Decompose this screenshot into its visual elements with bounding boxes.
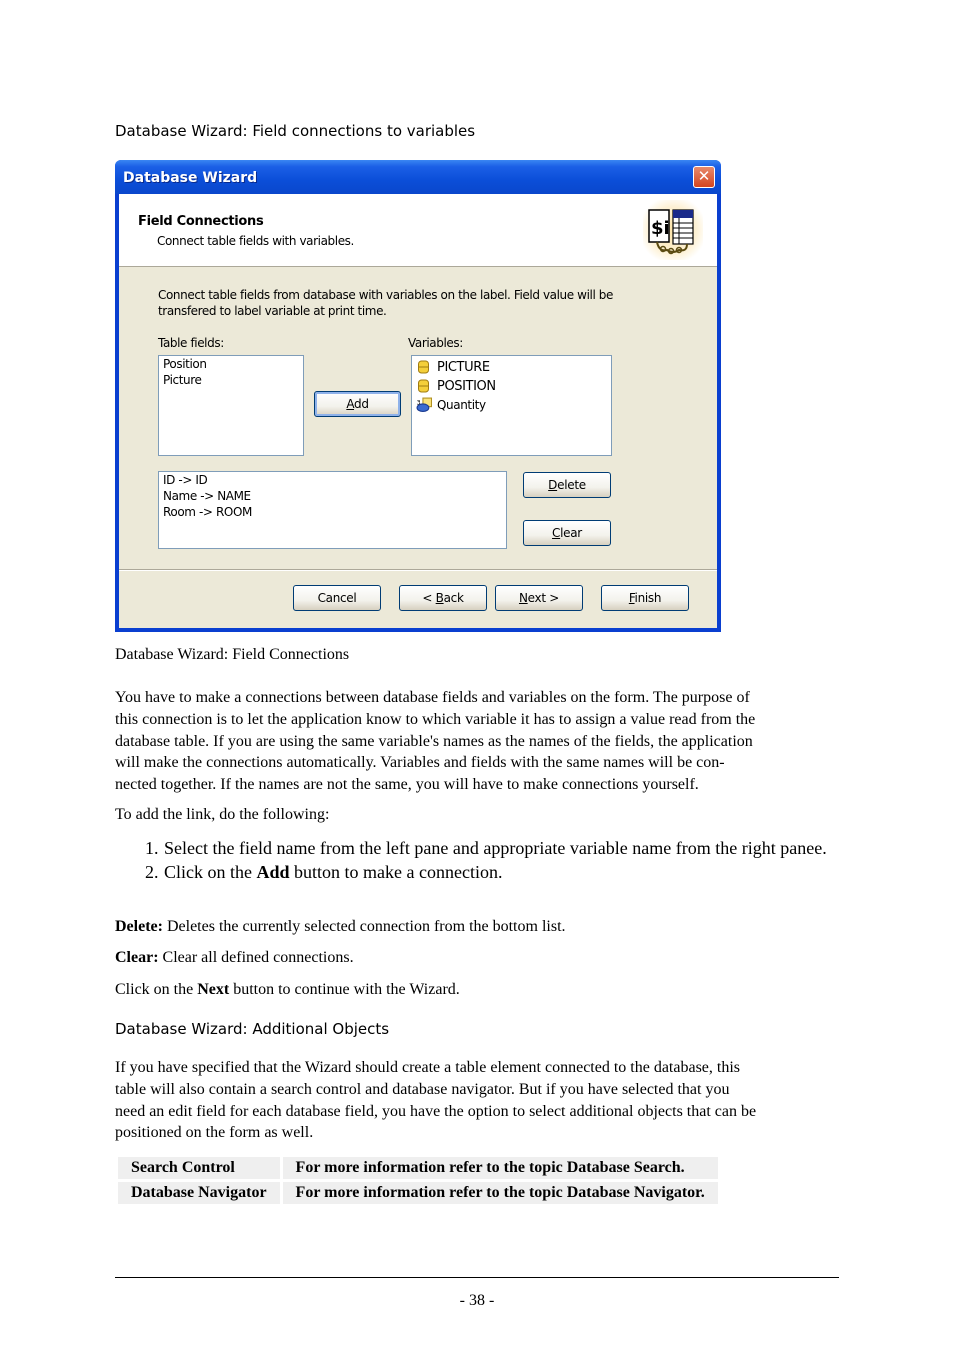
back-prefix: < bbox=[422, 591, 436, 605]
variable-name: POSITION bbox=[437, 379, 496, 394]
delete-note-term: Delete: bbox=[115, 918, 163, 935]
delete-note: Delete: Deletes the currently selected c… bbox=[115, 916, 566, 938]
table-field-item[interactable]: Picture bbox=[159, 372, 303, 388]
step-1-text: Select the field name from the left pane… bbox=[164, 838, 827, 858]
connection-item[interactable]: ID -> ID bbox=[159, 472, 506, 488]
database-wizard-dialog: Database Wizard ✕ Field Connections Conn… bbox=[115, 160, 721, 632]
clear-note: Clear: Clear all defined connections. bbox=[115, 947, 354, 969]
description-line-1: Connect table fields from database with … bbox=[158, 288, 613, 302]
counter-variable-icon: 3 bbox=[416, 397, 432, 412]
add-label: dd bbox=[354, 397, 369, 411]
page-number: - 38 - bbox=[459, 1292, 495, 1309]
footer-rule bbox=[115, 1277, 839, 1278]
database-variable-icon bbox=[418, 360, 429, 374]
paragraph-line: If you have specified that the Wizard sh… bbox=[115, 1059, 741, 1076]
close-icon: ✕ bbox=[697, 167, 711, 185]
additional-objects-heading: Database Wizard: Additional Objects bbox=[115, 1020, 390, 1038]
wizard-header: Field Connections Connect table fields w… bbox=[119, 194, 717, 267]
step-2: Click on the Add button to make a connec… bbox=[163, 860, 853, 884]
paragraph-line: this connection is to let the applicatio… bbox=[115, 710, 756, 728]
additional-objects-table: Search Control For more information refe… bbox=[115, 1154, 721, 1207]
variable-item[interactable]: PICTURE bbox=[412, 358, 611, 377]
paragraph-line: nected together. If the names are not th… bbox=[115, 776, 699, 794]
object-description-cell: For more information refer to the topic … bbox=[282, 1182, 718, 1204]
steps-list: Select the field name from the left pane… bbox=[115, 836, 853, 884]
table-field-item[interactable]: Position bbox=[159, 356, 303, 372]
cancel-button[interactable]: Cancel bbox=[293, 585, 381, 611]
step-2-text: Click on the bbox=[164, 862, 257, 882]
delete-button[interactable]: Delete bbox=[523, 472, 611, 498]
clear-button[interactable]: Clear bbox=[523, 520, 611, 546]
variable-name: Quantity bbox=[437, 398, 486, 412]
back-label: ack bbox=[443, 591, 464, 605]
paragraph-line: table will also contain a search control… bbox=[115, 1080, 730, 1098]
delete-note-text: Deletes the currently selected connectio… bbox=[162, 918, 566, 935]
clear-access-key: C bbox=[552, 526, 561, 540]
back-access-key: B bbox=[435, 591, 444, 605]
object-description-cell: For more information refer to the topic … bbox=[282, 1157, 718, 1179]
wizard-step-title: Field Connections bbox=[138, 214, 264, 229]
table-fields-label: Table fields: bbox=[158, 336, 224, 350]
table-row: Database Navigator For more information … bbox=[118, 1182, 718, 1204]
table-fields-listbox[interactable]: Position Picture bbox=[158, 355, 304, 456]
next-label: ext > bbox=[527, 591, 560, 605]
database-variable-icon bbox=[418, 379, 429, 393]
dialog-titlebar: Database Wizard ✕ bbox=[115, 160, 721, 194]
step-2-bold: Add bbox=[256, 862, 290, 882]
dialog-title: Database Wizard bbox=[123, 170, 258, 186]
footer-separator bbox=[119, 569, 717, 571]
step-2-text-end: button to make a connection. bbox=[289, 862, 503, 882]
paragraph-line: need an edit field for each database fie… bbox=[115, 1102, 757, 1120]
next-note-term: Next bbox=[197, 981, 230, 998]
variables-label: Variables: bbox=[408, 336, 463, 350]
connections-listbox[interactable]: ID -> ID Name -> NAME Room -> ROOM bbox=[158, 471, 507, 549]
table-row: Search Control For more information refe… bbox=[118, 1157, 718, 1179]
back-button[interactable]: < Back bbox=[399, 585, 487, 611]
paragraph-line: database table. If you are using the sam… bbox=[115, 732, 753, 750]
object-name-cell: Search Control bbox=[118, 1157, 280, 1179]
next-button[interactable]: Next > bbox=[495, 585, 583, 611]
additional-paragraph: If you have specified that the Wizard sh… bbox=[115, 1057, 840, 1144]
wizard-step-subtitle: Connect table fields with variables. bbox=[157, 234, 354, 248]
variables-listbox[interactable]: PICTURE POSITION 3 Quantity bbox=[411, 355, 612, 456]
variable-table-link-icon: $i bbox=[643, 200, 703, 260]
dialog-client-area: Field Connections Connect table fields w… bbox=[119, 194, 717, 628]
add-access-key: A bbox=[346, 397, 355, 411]
clear-note-text: Clear all defined connections. bbox=[158, 949, 354, 966]
paragraph-line: will make the connections automatically.… bbox=[115, 754, 725, 772]
next-note-text-end: button to continue with the Wizard. bbox=[229, 981, 460, 998]
delete-access-key: D bbox=[548, 478, 558, 492]
object-name-cell: Database Navigator bbox=[118, 1182, 280, 1204]
next-note: Click on the Next button to continue wit… bbox=[115, 979, 460, 1001]
description-line-2: transfered to label variable at print ti… bbox=[158, 304, 387, 318]
finish-label: inish bbox=[634, 591, 662, 605]
variable-item[interactable]: POSITION bbox=[412, 377, 611, 396]
steps-intro: To add the link, do the following: bbox=[115, 806, 330, 823]
step-1: Select the field name from the left pane… bbox=[163, 836, 853, 860]
close-button[interactable]: ✕ bbox=[693, 166, 715, 188]
figure-caption: Database Wizard: Field Connections bbox=[115, 646, 350, 663]
clear-note-term: Clear: bbox=[115, 949, 159, 966]
variable-name: PICTURE bbox=[437, 360, 490, 375]
paragraph-line: You have to make a connections between d… bbox=[115, 689, 750, 706]
add-button[interactable]: Add bbox=[314, 391, 401, 417]
connection-item[interactable]: Room -> ROOM bbox=[159, 504, 506, 520]
clear-label: lear bbox=[560, 526, 582, 540]
section-heading: Database Wizard: Field connections to va… bbox=[115, 122, 476, 140]
variable-item[interactable]: 3 Quantity bbox=[412, 396, 611, 415]
next-note-text: Click on the bbox=[115, 981, 198, 998]
delete-label: elete bbox=[557, 478, 586, 492]
svg-text:$i: $i bbox=[651, 218, 670, 239]
connection-item[interactable]: Name -> NAME bbox=[159, 488, 506, 504]
intro-paragraph: You have to make a connections between d… bbox=[115, 687, 840, 796]
finish-button[interactable]: Finish bbox=[601, 585, 689, 611]
paragraph-line: positioned on the form as well. bbox=[115, 1124, 314, 1142]
svg-text:3: 3 bbox=[417, 399, 421, 407]
next-access-key: N bbox=[518, 591, 528, 605]
